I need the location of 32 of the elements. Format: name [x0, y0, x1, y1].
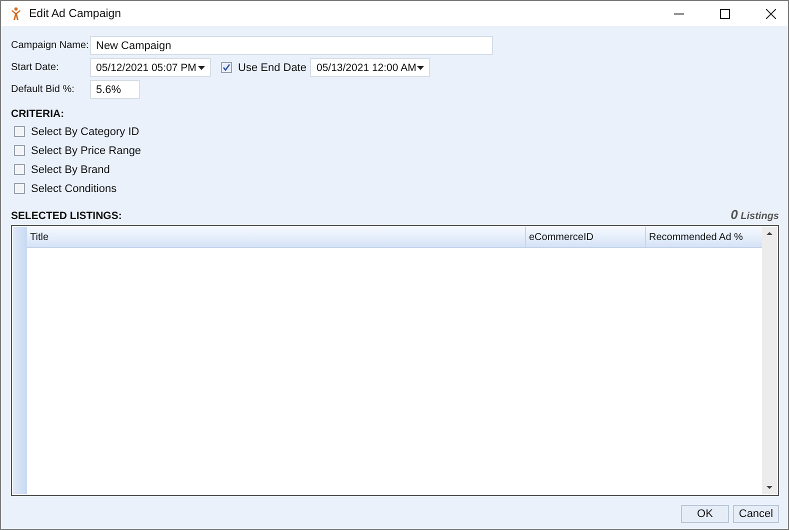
checkbox[interactable]: [221, 62, 232, 73]
checkbox[interactable]: [14, 164, 25, 175]
cancel-button[interactable]: Cancel: [733, 505, 779, 523]
field-label: Start Date:: [11, 62, 60, 73]
checkbox[interactable]: [14, 126, 25, 137]
ok-button[interactable]: OK: [681, 505, 729, 523]
checkbox[interactable]: [14, 145, 25, 156]
campaign-name-field[interactable]: New Campaign: [90, 36, 493, 55]
window-title: Edit Ad Campaign: [29, 8, 122, 20]
checkbox-label: Select By Brand: [31, 164, 110, 176]
checkbox-label: Select Conditions: [31, 182, 117, 194]
scrollbar[interactable]: [762, 227, 777, 494]
column-header[interactable]: Recommended Ad %: [646, 227, 762, 247]
checkbox-label: Use End Date: [238, 62, 306, 74]
column-header[interactable]: Title: [27, 227, 526, 247]
section-heading: SELECTED LISTINGS:: [11, 210, 122, 222]
default-bid-field[interactable]: 5.6%: [90, 80, 140, 99]
field-label: Campaign Name:: [11, 40, 90, 51]
checkbox-label: Select By Category ID: [31, 126, 140, 138]
listing-count: 0 Listings: [730, 207, 779, 222]
maximize-icon[interactable]: [720, 8, 730, 18]
section-heading: CRITERIA:: [11, 108, 66, 120]
app-icon: [11, 6, 21, 20]
caret-icon: [417, 66, 424, 70]
start-date-dropdown[interactable]: 05/12/2021 05:07 PM: [90, 58, 211, 77]
close-icon[interactable]: [766, 8, 776, 18]
checkbox[interactable]: [14, 183, 25, 194]
column-header[interactable]: eCommerceID: [526, 227, 646, 247]
caret-icon: [198, 66, 205, 70]
field-label: Default Bid %:: [11, 84, 76, 95]
end-date-dropdown[interactable]: 05/13/2021 12:00 AM: [310, 58, 430, 77]
checkbox-label: Select By Price Range: [31, 144, 142, 156]
